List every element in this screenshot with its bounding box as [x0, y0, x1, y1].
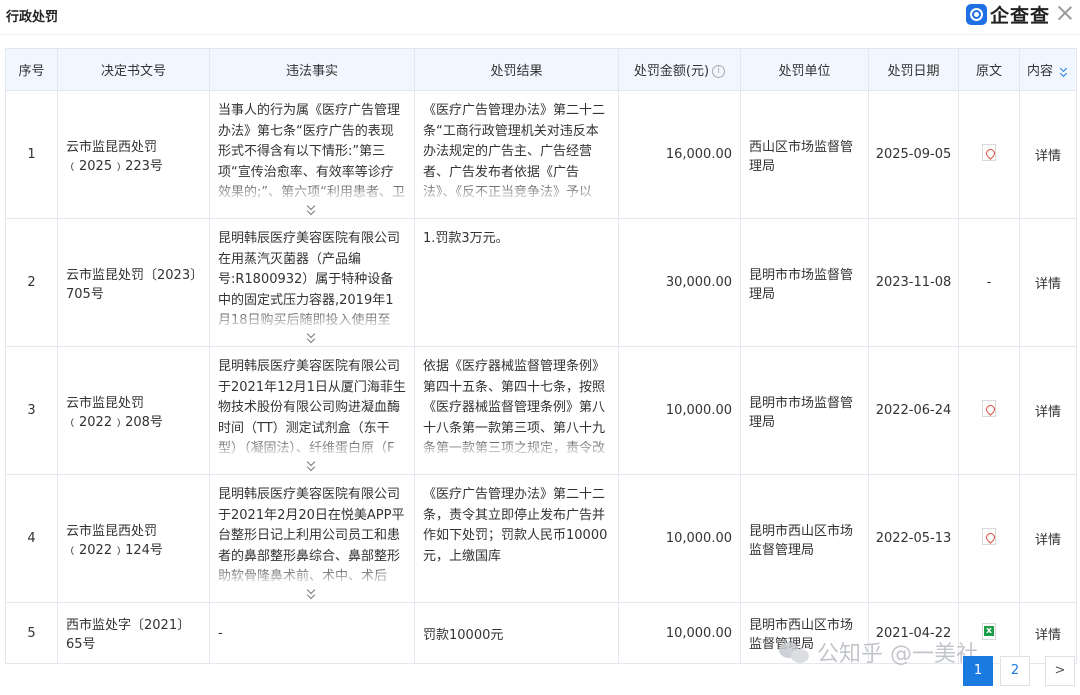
brand-logo-group: 企查查 [966, 1, 1050, 27]
table-row: 2 云市监昆处罚〔2023〕705号 昆明韩辰医疗美容医院有限公司在用蒸汽灭菌器… [5, 218, 1077, 347]
column-header-content-label: 内容 [1026, 64, 1053, 79]
row-fact-cell: 昆明韩辰医疗美容医院有限公司在用蒸汽灭菌器（产品编号:R1800932）属于特种… [209, 218, 415, 347]
row-fact-cell: 昆明韩辰医疗美容医院有限公司于2021年2月20日在悦美APP平台整形日记上利用… [209, 474, 415, 603]
row-result-cell: 《医疗广告管理办法》第二十二条“工商行政管理机关对违反本办法规定的广告主、广告经… [414, 90, 619, 219]
row-original [958, 90, 1020, 219]
wechat-logo-icon [779, 640, 811, 664]
page-button-2[interactable]: 2 [1000, 656, 1030, 686]
row-result: 《医疗广告管理办法》第二十二条“工商行政管理机关对违反本办法规定的广告主、广告经… [415, 95, 618, 203]
row-doc-no: 云市监昆处罚﹙2022﹚208号 [57, 346, 210, 475]
row-index: 1 [5, 90, 58, 219]
column-header-amount-label: 处罚金额(元) [633, 64, 710, 79]
column-header-amount: 处罚金额(元) i [618, 48, 741, 91]
info-icon[interactable]: i [712, 65, 726, 78]
brand-logo-icon [966, 3, 987, 25]
page-button-1[interactable]: 1 [963, 656, 993, 686]
row-doc-no: 云市监昆西处罚﹙2022﹚124号 [57, 474, 210, 603]
row-index: 5 [5, 602, 58, 664]
detail-link[interactable]: 详情 [1019, 474, 1077, 603]
row-doc-no: 西市监处字〔2021〕65号 [57, 602, 210, 664]
row-index: 4 [5, 474, 58, 603]
column-header-doc-no: 决定书文号 [57, 48, 210, 91]
watermark: 公知乎 @一美社 [779, 636, 978, 668]
row-fact-cell: 昆明韩辰医疗美容医院有限公司于2021年12月1日从厦门海菲生物技术股份有限公司… [209, 346, 415, 475]
table-row: 1 云市监昆西处罚﹙2025﹚223号 当事人的行为属《医疗广告管理办法》第七条… [5, 90, 1077, 219]
row-result: 罚款10000元 [414, 602, 619, 664]
expand-chevron-icon[interactable] [307, 333, 317, 343]
row-date: 2022-06-24 [868, 346, 959, 475]
row-doc-no: 云市监昆西处罚﹙2025﹚223号 [57, 90, 210, 219]
row-fact: - [209, 602, 415, 664]
penalty-table: 序号 决定书文号 违法事实 处罚结果 处罚金额(元) i 处罚单位 处罚日期 原文… [5, 48, 1077, 664]
column-header-original: 原文 [958, 48, 1020, 91]
table-header-row: 序号 决定书文号 违法事实 处罚结果 处罚金额(元) i 处罚单位 处罚日期 原文… [5, 48, 1077, 91]
row-date: 2025-09-05 [868, 90, 959, 219]
row-amount: 16,000.00 [618, 90, 741, 219]
detail-link[interactable]: 详情 [1019, 602, 1077, 664]
row-fact: 昆明韩辰医疗美容医院有限公司在用蒸汽灭菌器（产品编号:R1800932）属于特种… [210, 223, 414, 331]
table-row: 3 云市监昆处罚﹙2022﹚208号 昆明韩辰医疗美容医院有限公司于2021年1… [5, 346, 1077, 475]
pdf-file-icon[interactable] [982, 144, 996, 161]
row-amount: 10,000.00 [618, 346, 741, 475]
row-index: 3 [5, 346, 58, 475]
row-fact: 昆明韩辰医疗美容医院有限公司于2021年12月1日从厦门海菲生物技术股份有限公司… [210, 351, 414, 459]
row-fact-cell: 当事人的行为属《医疗广告管理办法》第七条“医疗广告的表现形式不得含有以下情形:”… [209, 90, 415, 219]
row-result-cell: 《医疗广告管理办法》第二十二条，责令其立即停止发布广告并作如下处罚；罚款人民币1… [414, 474, 619, 603]
row-result: 依据《医疗器械监督管理条例》第四十五条、第四十七条，按照《医疗器械监督管理条例》… [415, 351, 618, 459]
row-date: 2022-05-13 [868, 474, 959, 603]
row-date: 2023-11-08 [868, 218, 959, 347]
brand-name: 企查查 [990, 4, 1051, 27]
row-fact: 昆明韩辰医疗美容医院有限公司于2021年2月20日在悦美APP平台整形日记上利用… [210, 479, 414, 587]
expand-chevron-icon[interactable] [307, 461, 317, 471]
pdf-file-icon[interactable] [982, 400, 996, 417]
detail-link[interactable]: 详情 [1019, 346, 1077, 475]
section-title: 行政处罚 [6, 10, 59, 25]
expand-chevron-icon[interactable] [307, 205, 317, 215]
row-index: 2 [5, 218, 58, 347]
row-amount: 10,000.00 [618, 602, 741, 664]
next-page-button[interactable]: > [1045, 656, 1075, 686]
column-header-result: 处罚结果 [414, 48, 619, 91]
row-result-cell: 依据《医疗器械监督管理条例》第四十五条、第四十七条，按照《医疗器械监督管理条例》… [414, 346, 619, 475]
chevron-double-down-icon[interactable] [1059, 67, 1069, 77]
row-authority: 昆明市西山区市场监督管理局 [740, 474, 869, 603]
row-authority: 西山区市场监督管理局 [740, 90, 869, 219]
column-header-content: 内容 [1019, 48, 1077, 91]
column-header-authority: 处罚单位 [740, 48, 869, 91]
divider [0, 34, 1080, 35]
row-fact: 当事人的行为属《医疗广告管理办法》第七条“医疗广告的表现形式不得含有以下情形:”… [210, 95, 414, 203]
watermark-text: 公知乎 @一美社 [817, 642, 978, 667]
detail-link[interactable]: 详情 [1019, 218, 1077, 347]
row-original [958, 346, 1020, 475]
row-original [958, 474, 1020, 603]
pdf-file-icon[interactable] [982, 528, 996, 545]
close-icon[interactable] [1056, 4, 1074, 22]
top-bar: 行政处罚 企查查 [0, 0, 1080, 30]
row-original-empty: - [958, 218, 1020, 347]
column-header-date: 处罚日期 [868, 48, 959, 91]
row-result: 《医疗广告管理办法》第二十二条，责令其立即停止发布广告并作如下处罚；罚款人民币1… [415, 479, 618, 587]
column-header-fact: 违法事实 [209, 48, 415, 91]
detail-link[interactable]: 详情 [1019, 90, 1077, 219]
row-authority: 昆明市市场监督管理局 [740, 218, 869, 347]
excel-file-icon[interactable] [982, 622, 996, 640]
row-result: 1.罚款3万元。 [415, 223, 618, 331]
table-row: 4 云市监昆西处罚﹙2022﹚124号 昆明韩辰医疗美容医院有限公司于2021年… [5, 474, 1077, 603]
row-doc-no: 云市监昆处罚〔2023〕705号 [57, 218, 210, 347]
row-amount: 10,000.00 [618, 474, 741, 603]
expand-chevron-icon[interactable] [307, 589, 317, 599]
row-result-cell: 1.罚款3万元。 [414, 218, 619, 347]
column-header-index: 序号 [5, 48, 58, 91]
row-authority: 昆明市市场监督管理局 [740, 346, 869, 475]
row-amount: 30,000.00 [618, 218, 741, 347]
